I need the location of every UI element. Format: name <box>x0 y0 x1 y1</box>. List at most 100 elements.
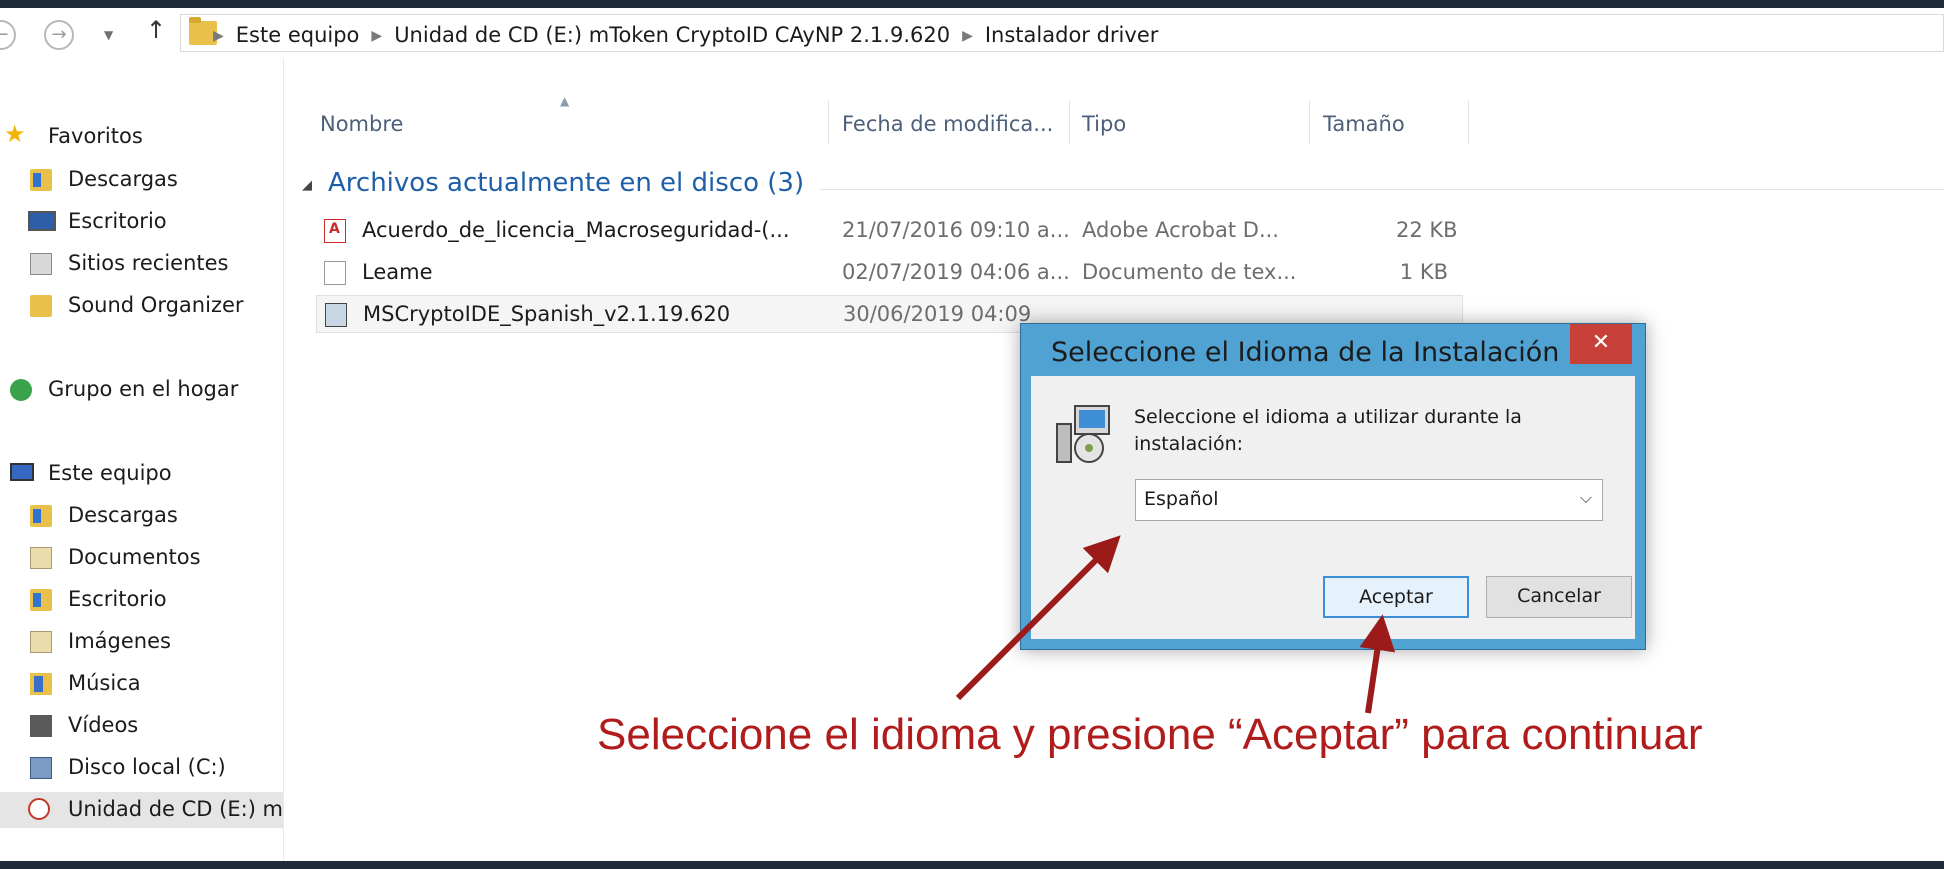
installer-icon <box>325 303 347 327</box>
file-row[interactable]: Leame 02/07/2019 04:06 a... Documento de… <box>316 254 1463 292</box>
nav-label: Favoritos <box>48 124 143 148</box>
nav-cd-drive[interactable]: Unidad de CD (E:) m <box>0 792 283 828</box>
address-bar[interactable]: ▶ Este equipo ▶ Unidad de CD (E:) mToken Cr… <box>180 14 1944 52</box>
nav-pc-documents[interactable]: Documentos <box>0 542 283 574</box>
group-header[interactable]: Archivos actualmente en el disco (3) <box>328 168 804 198</box>
music-icon <box>30 673 52 695</box>
nav-pc-videos[interactable]: Vídeos <box>0 710 283 742</box>
hard-disk-icon <box>30 757 52 779</box>
breadcrumb-separator-icon: ▶ <box>213 28 224 44</box>
star-icon: ★ <box>4 120 26 148</box>
nav-label: Descargas <box>68 503 178 527</box>
nav-pc-downloads[interactable]: Descargas <box>0 500 283 532</box>
cancel-button[interactable]: Cancelar <box>1486 576 1632 618</box>
file-name: Acuerdo_de_licencia_Macroseguridad-(... <box>362 218 790 242</box>
close-button[interactable]: ✕ <box>1570 324 1632 364</box>
dialog-title: Seleccione el Idioma de la Instalación <box>1051 337 1560 368</box>
breadcrumb-separator-icon: ▶ <box>962 28 973 44</box>
nav-favorites-downloads[interactable]: Descargas <box>0 164 283 196</box>
forward-button[interactable]: → <box>44 20 74 50</box>
nav-label: Sitios recientes <box>68 251 229 275</box>
nav-pc-pictures[interactable]: Imágenes <box>0 626 283 658</box>
column-divider[interactable] <box>1468 100 1469 144</box>
documents-icon <box>30 547 52 569</box>
downloads-folder-icon <box>30 505 52 527</box>
pdf-icon <box>324 219 346 243</box>
language-select-value: Español <box>1144 488 1219 510</box>
nav-local-disk[interactable]: Disco local (C:) <box>0 752 283 784</box>
dialog-body: Seleccione el idioma a utilizar durante … <box>1031 376 1635 639</box>
nav-pc-desktop[interactable]: Escritorio <box>0 584 283 616</box>
navigation-pane: ★ Favoritos Descargas Escritorio Sitios … <box>0 58 284 861</box>
nav-recent-places[interactable]: Sitios recientes <box>0 248 283 280</box>
collapse-group-icon[interactable]: ◢ <box>302 178 312 193</box>
file-row[interactable]: Acuerdo_de_licencia_Macroseguridad-(... … <box>316 212 1463 250</box>
nav-label: Grupo en el hogar <box>48 377 239 401</box>
downloads-folder-icon <box>30 169 52 191</box>
file-size: 22 KB <box>1396 218 1458 242</box>
file-date: 30/06/2019 04:09 <box>843 302 1032 326</box>
language-select[interactable]: Español ⌵ <box>1135 479 1603 521</box>
nav-label: Este equipo <box>48 461 172 485</box>
folder-icon <box>30 295 52 317</box>
recent-locations-chevron-icon[interactable]: ▼ <box>104 28 113 42</box>
sort-ascending-icon: ▲ <box>560 94 570 108</box>
breadcrumb-separator-icon: ▶ <box>371 28 383 44</box>
back-button[interactable]: ← <box>0 20 16 50</box>
file-type: Adobe Acrobat D... <box>1082 218 1279 242</box>
nav-label: Escritorio <box>68 587 167 611</box>
breadcrumb: ▶ Este equipo ▶ Unidad de CD (E:) mToken Cr… <box>213 23 1159 47</box>
nav-this-pc[interactable]: Este equipo <box>0 458 283 490</box>
desktop-icon <box>28 211 56 231</box>
close-icon: ✕ <box>1591 330 1611 355</box>
language-dialog: Seleccione el Idioma de la Instalación ✕… <box>1020 323 1646 650</box>
file-date: 02/07/2019 04:06 a... <box>842 260 1070 284</box>
recent-places-icon <box>30 253 52 275</box>
nav-label: Escritorio <box>68 209 167 233</box>
column-divider[interactable] <box>1309 100 1310 144</box>
breadcrumb-item[interactable]: Instalador driver <box>985 23 1159 47</box>
cd-drive-icon <box>28 798 50 820</box>
nav-label: Documentos <box>68 545 201 569</box>
address-row: ← → ▼ ↑ ▶ Este equipo ▶ Unidad de CD (E:) m… <box>0 8 1944 58</box>
nav-label: Música <box>68 671 141 695</box>
nav-pc-music[interactable]: Música <box>0 668 283 700</box>
breadcrumb-item[interactable]: Este equipo <box>236 23 360 47</box>
nav-sound-organizer[interactable]: Sound Organizer <box>0 290 283 322</box>
desktop-folder-icon <box>30 589 52 611</box>
up-arrow-icon[interactable]: ↑ <box>146 16 166 44</box>
column-header-name[interactable]: Nombre <box>320 112 403 136</box>
file-size: 1 KB <box>1399 260 1448 284</box>
nav-favorites-desktop[interactable]: Escritorio <box>0 206 283 238</box>
file-name: MSCryptoIDE_Spanish_v2.1.19.620 <box>363 302 731 326</box>
pictures-icon <box>30 631 52 653</box>
column-divider[interactable] <box>828 100 829 144</box>
nav-label: Unidad de CD (E:) m <box>68 797 284 821</box>
nav-favorites[interactable]: ★ Favoritos <box>0 121 283 153</box>
dialog-message: Seleccione el idioma a utilizar durante … <box>1134 406 1522 455</box>
videos-icon <box>30 715 52 737</box>
nav-label: Imágenes <box>68 629 171 653</box>
nav-homegroup[interactable]: Grupo en el hogar <box>0 374 283 406</box>
chevron-down-icon: ⌵ <box>1579 488 1592 507</box>
file-type: Documento de tex... <box>1082 260 1297 284</box>
nav-label: Descargas <box>68 167 178 191</box>
file-name: Leame <box>362 260 433 284</box>
instruction-annotation: Seleccione el idioma y presione “Aceptar… <box>597 710 1703 759</box>
file-date: 21/07/2016 09:10 a... <box>842 218 1070 242</box>
computer-icon <box>10 463 34 481</box>
explorer-window: ← → ▼ ↑ ▶ Este equipo ▶ Unidad de CD (E:) m… <box>0 8 1944 861</box>
column-divider[interactable] <box>1069 100 1070 144</box>
nav-label: Disco local (C:) <box>68 755 226 779</box>
column-header-type[interactable]: Tipo <box>1082 112 1126 136</box>
text-file-icon <box>324 261 346 285</box>
breadcrumb-item[interactable]: Unidad de CD (E:) mToken CryptoID CAyNP … <box>394 23 950 47</box>
accept-button[interactable]: Aceptar <box>1323 576 1469 618</box>
column-header-date[interactable]: Fecha de modifica... <box>842 112 1053 136</box>
nav-label: Vídeos <box>68 713 139 737</box>
nav-label: Sound Organizer <box>68 293 244 317</box>
column-header-size[interactable]: Tamaño <box>1323 112 1405 136</box>
homegroup-icon <box>10 379 32 401</box>
setup-installer-icon <box>1056 405 1110 463</box>
group-divider <box>820 189 1944 190</box>
